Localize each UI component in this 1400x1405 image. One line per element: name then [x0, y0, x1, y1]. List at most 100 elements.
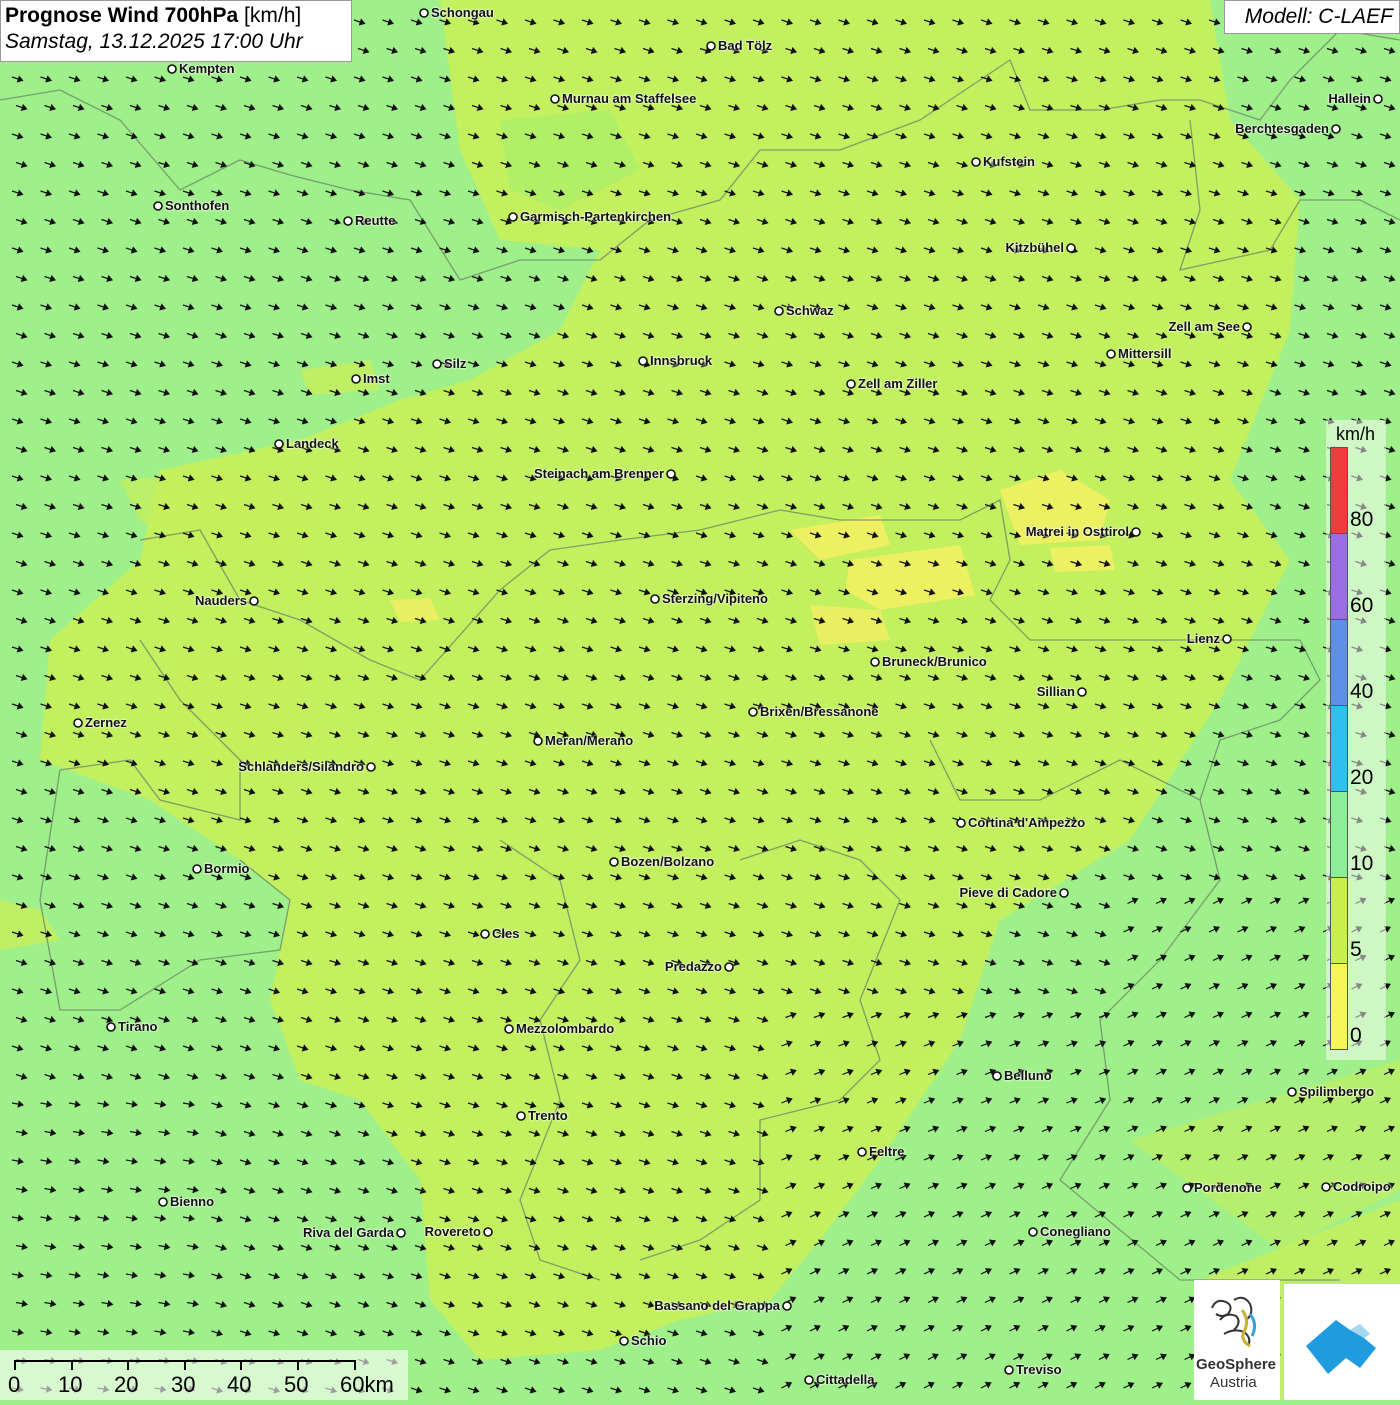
- scale-tick: [240, 1360, 242, 1370]
- legend-label-20: 20: [1350, 766, 1374, 789]
- city-label: Schwaz: [786, 303, 834, 318]
- city-label: Trento: [528, 1108, 568, 1123]
- city-marker: [192, 864, 202, 874]
- legend-swatch-cyan: [1330, 706, 1348, 792]
- model-label: Modell: C-LAEF: [1224, 0, 1400, 34]
- city-marker: [1321, 1182, 1331, 1192]
- city-marker: [533, 736, 543, 746]
- city-label: Zell am Ziller: [858, 376, 938, 391]
- city-marker: [480, 929, 490, 939]
- legend-label-10: 10: [1350, 852, 1374, 875]
- legend-color-bar: [1330, 447, 1348, 1050]
- city-marker: [343, 216, 353, 226]
- legend-swatch-red: [1330, 448, 1348, 534]
- city-marker: [1059, 888, 1069, 898]
- scale-label-40: 40: [227, 1372, 252, 1397]
- city-label: Berchtesgaden: [1235, 121, 1329, 136]
- legend-label-60: 60: [1350, 594, 1374, 617]
- city-marker: [1222, 634, 1232, 644]
- geosphere-logo: GeoSphere Austria: [1194, 1280, 1280, 1400]
- geosphere-name: GeoSphere: [1196, 1356, 1277, 1373]
- city-label: Pordenone: [1194, 1180, 1262, 1195]
- city-marker: [650, 594, 660, 604]
- city-label: Codroipo: [1333, 1179, 1391, 1194]
- city-label: Kitzbühel: [1005, 240, 1065, 255]
- legend-label-0: 0: [1350, 1024, 1362, 1047]
- city-label: Schongau: [431, 5, 494, 20]
- map-title: Prognose Wind 700hPa [km/h]: [5, 4, 347, 28]
- scale-label-30: 30: [171, 1372, 196, 1397]
- legend-label-40: 40: [1350, 680, 1374, 703]
- city-marker: [432, 359, 442, 369]
- city-marker: [846, 379, 856, 389]
- city-marker: [106, 1022, 116, 1032]
- city-marker: [73, 718, 83, 728]
- city-label: Murnau am Staffelsee: [562, 91, 697, 106]
- geosphere-country: Austria: [1210, 1374, 1257, 1391]
- city-label: Silz: [444, 356, 467, 371]
- city-label: Mittersill: [1118, 346, 1172, 361]
- map-subtitle: Samstag, 13.12.2025 17:00 Uhr: [5, 30, 303, 53]
- city-label: Innsbruck: [650, 353, 713, 368]
- city-marker: [516, 1111, 526, 1121]
- city-label: Kempten: [179, 61, 235, 76]
- city-label: Nauders: [194, 593, 247, 608]
- scale-label-0: 0: [8, 1372, 21, 1397]
- city-marker: [249, 596, 259, 606]
- mountain-logo-icon: [1306, 1320, 1376, 1374]
- legend-unit: km/h: [1336, 424, 1376, 444]
- city-label: Pieve di Cadore: [959, 885, 1057, 900]
- scale-tick: [297, 1360, 299, 1370]
- city-marker: [274, 439, 284, 449]
- scale-label-50: 50: [284, 1372, 309, 1397]
- legend-swatch-yellow: [1330, 964, 1348, 1050]
- city-label: Bienno: [170, 1194, 215, 1209]
- legend-label-5: 5: [1350, 938, 1362, 961]
- city-marker: [619, 1336, 629, 1346]
- color-legend: km/h 80 60 40 20 10 5 0: [1326, 420, 1386, 1060]
- city-marker: [971, 157, 981, 167]
- city-label: Bassano del Grappa: [654, 1298, 780, 1313]
- city-marker: [1004, 1365, 1014, 1375]
- scale-label-10: 10: [58, 1372, 83, 1397]
- city-marker: [1131, 527, 1141, 537]
- legend-swatch-purple: [1330, 534, 1348, 620]
- city-label: Spilimbergo: [1299, 1084, 1375, 1099]
- title-bold: Prognose Wind 700hPa: [5, 4, 239, 27]
- city-label: Bozen/Bolzano: [621, 854, 715, 869]
- city-marker: [419, 8, 429, 18]
- partner-logo: [1284, 1284, 1400, 1400]
- city-label: Zell am See: [1168, 319, 1240, 334]
- city-label: Sterzing/Vipiteno: [662, 591, 768, 606]
- city-label: Hallein: [1328, 91, 1371, 106]
- city-label: Steinach am Brenner: [533, 466, 664, 481]
- city-marker: [396, 1228, 406, 1238]
- scale-label-60km: 60km: [340, 1372, 394, 1397]
- city-marker: [1287, 1087, 1297, 1097]
- city-marker: [804, 1375, 814, 1385]
- city-label: Belluno: [1004, 1068, 1052, 1083]
- city-marker: [609, 857, 619, 867]
- city-label: Landeck: [286, 436, 339, 451]
- city-marker: [351, 374, 361, 384]
- city-marker: [1331, 124, 1341, 134]
- scale-tick: [71, 1360, 73, 1370]
- scale-bar: 0 10 20 30 40 50 60km: [0, 1350, 408, 1400]
- city-marker: [158, 1197, 168, 1207]
- city-marker: [666, 469, 676, 479]
- city-label: Bruneck/Brunico: [882, 654, 987, 669]
- city-label: Brixen/Bressanone: [760, 704, 879, 719]
- city-label: Rovereto: [424, 1224, 481, 1239]
- city-label: Cittadella: [816, 1372, 875, 1387]
- city-label: Sonthofen: [165, 198, 230, 213]
- city-label: Reutte: [355, 213, 396, 228]
- city-marker: [638, 356, 648, 366]
- title-unit: [km/h]: [244, 4, 302, 27]
- city-marker: [1028, 1227, 1038, 1237]
- city-label: Riva del Garda: [302, 1225, 394, 1240]
- city-marker: [956, 818, 966, 828]
- city-label: Lienz: [1186, 631, 1220, 646]
- city-label: Schio: [631, 1333, 667, 1348]
- city-label: Zernez: [85, 715, 127, 730]
- scale-tick: [354, 1360, 356, 1370]
